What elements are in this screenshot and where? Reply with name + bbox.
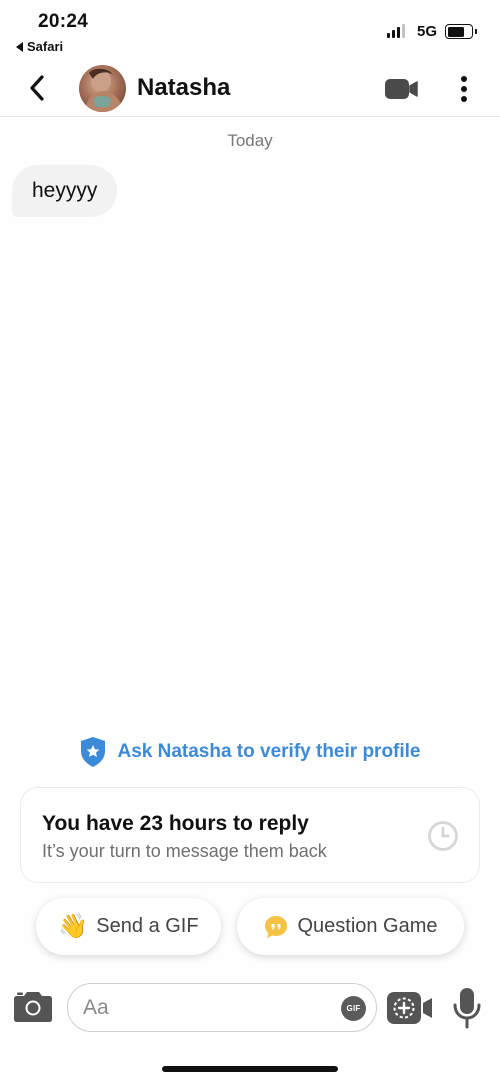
microphone-icon (453, 988, 481, 1029)
more-options-button[interactable] (452, 72, 476, 106)
speech-bubble-icon (265, 915, 288, 938)
verify-profile-label: Ask Natasha to verify their profile (117, 741, 421, 762)
reply-timer-subtitle: It’s your turn to message them back (42, 841, 327, 861)
clock-icon (428, 821, 458, 851)
question-game-button[interactable]: Question Game (237, 898, 464, 955)
back-triangle-icon (16, 41, 23, 52)
voice-message-button[interactable] (452, 987, 482, 1029)
add-video-button[interactable] (386, 990, 434, 1026)
signal-icon (387, 24, 405, 38)
send-gif-button[interactable]: 👋 Send a GIF (36, 898, 221, 955)
video-call-button[interactable] (384, 76, 420, 102)
camera-icon (14, 992, 52, 1022)
avatar-photo (85, 68, 123, 112)
date-separator: Today (227, 131, 273, 150)
message-input[interactable] (83, 984, 333, 1031)
camera-button[interactable] (13, 989, 53, 1023)
waving-hand-icon: 👋 (58, 912, 89, 940)
reply-timer-card: You have 23 hours to reply It’s your tur… (20, 787, 480, 883)
chevron-left-icon (30, 75, 44, 101)
status-bar: 20:24 Safari 5G (0, 0, 500, 60)
network-label: 5G (417, 23, 438, 40)
reply-timer-title: You have 23 hours to reply (42, 812, 309, 835)
question-game-label: Question Game (297, 915, 438, 937)
send-gif-label: Send a GIF (96, 915, 199, 937)
verify-profile-prompt[interactable]: Ask Natasha to verify their profile (0, 736, 500, 768)
shield-star-icon (81, 737, 106, 767)
message-bubble-received[interactable]: heyyyy (12, 165, 118, 217)
back-button[interactable] (22, 70, 52, 106)
chat-header: Natasha (0, 60, 500, 117)
more-dot (461, 96, 467, 102)
message-input-field[interactable]: GIF (67, 983, 377, 1032)
add-video-icon (387, 992, 432, 1024)
status-time: 20:24 (38, 11, 89, 32)
more-dot (461, 86, 467, 92)
back-app-label: Safari (27, 39, 64, 54)
more-dot (461, 76, 467, 82)
video-camera-icon (385, 79, 418, 99)
back-to-safari[interactable]: Safari (16, 39, 63, 54)
avatar[interactable] (79, 65, 126, 112)
gif-picker-button[interactable]: GIF (341, 996, 366, 1021)
contact-name[interactable]: Natasha (137, 74, 230, 102)
home-indicator[interactable] (162, 1066, 338, 1072)
battery-icon (445, 24, 477, 39)
